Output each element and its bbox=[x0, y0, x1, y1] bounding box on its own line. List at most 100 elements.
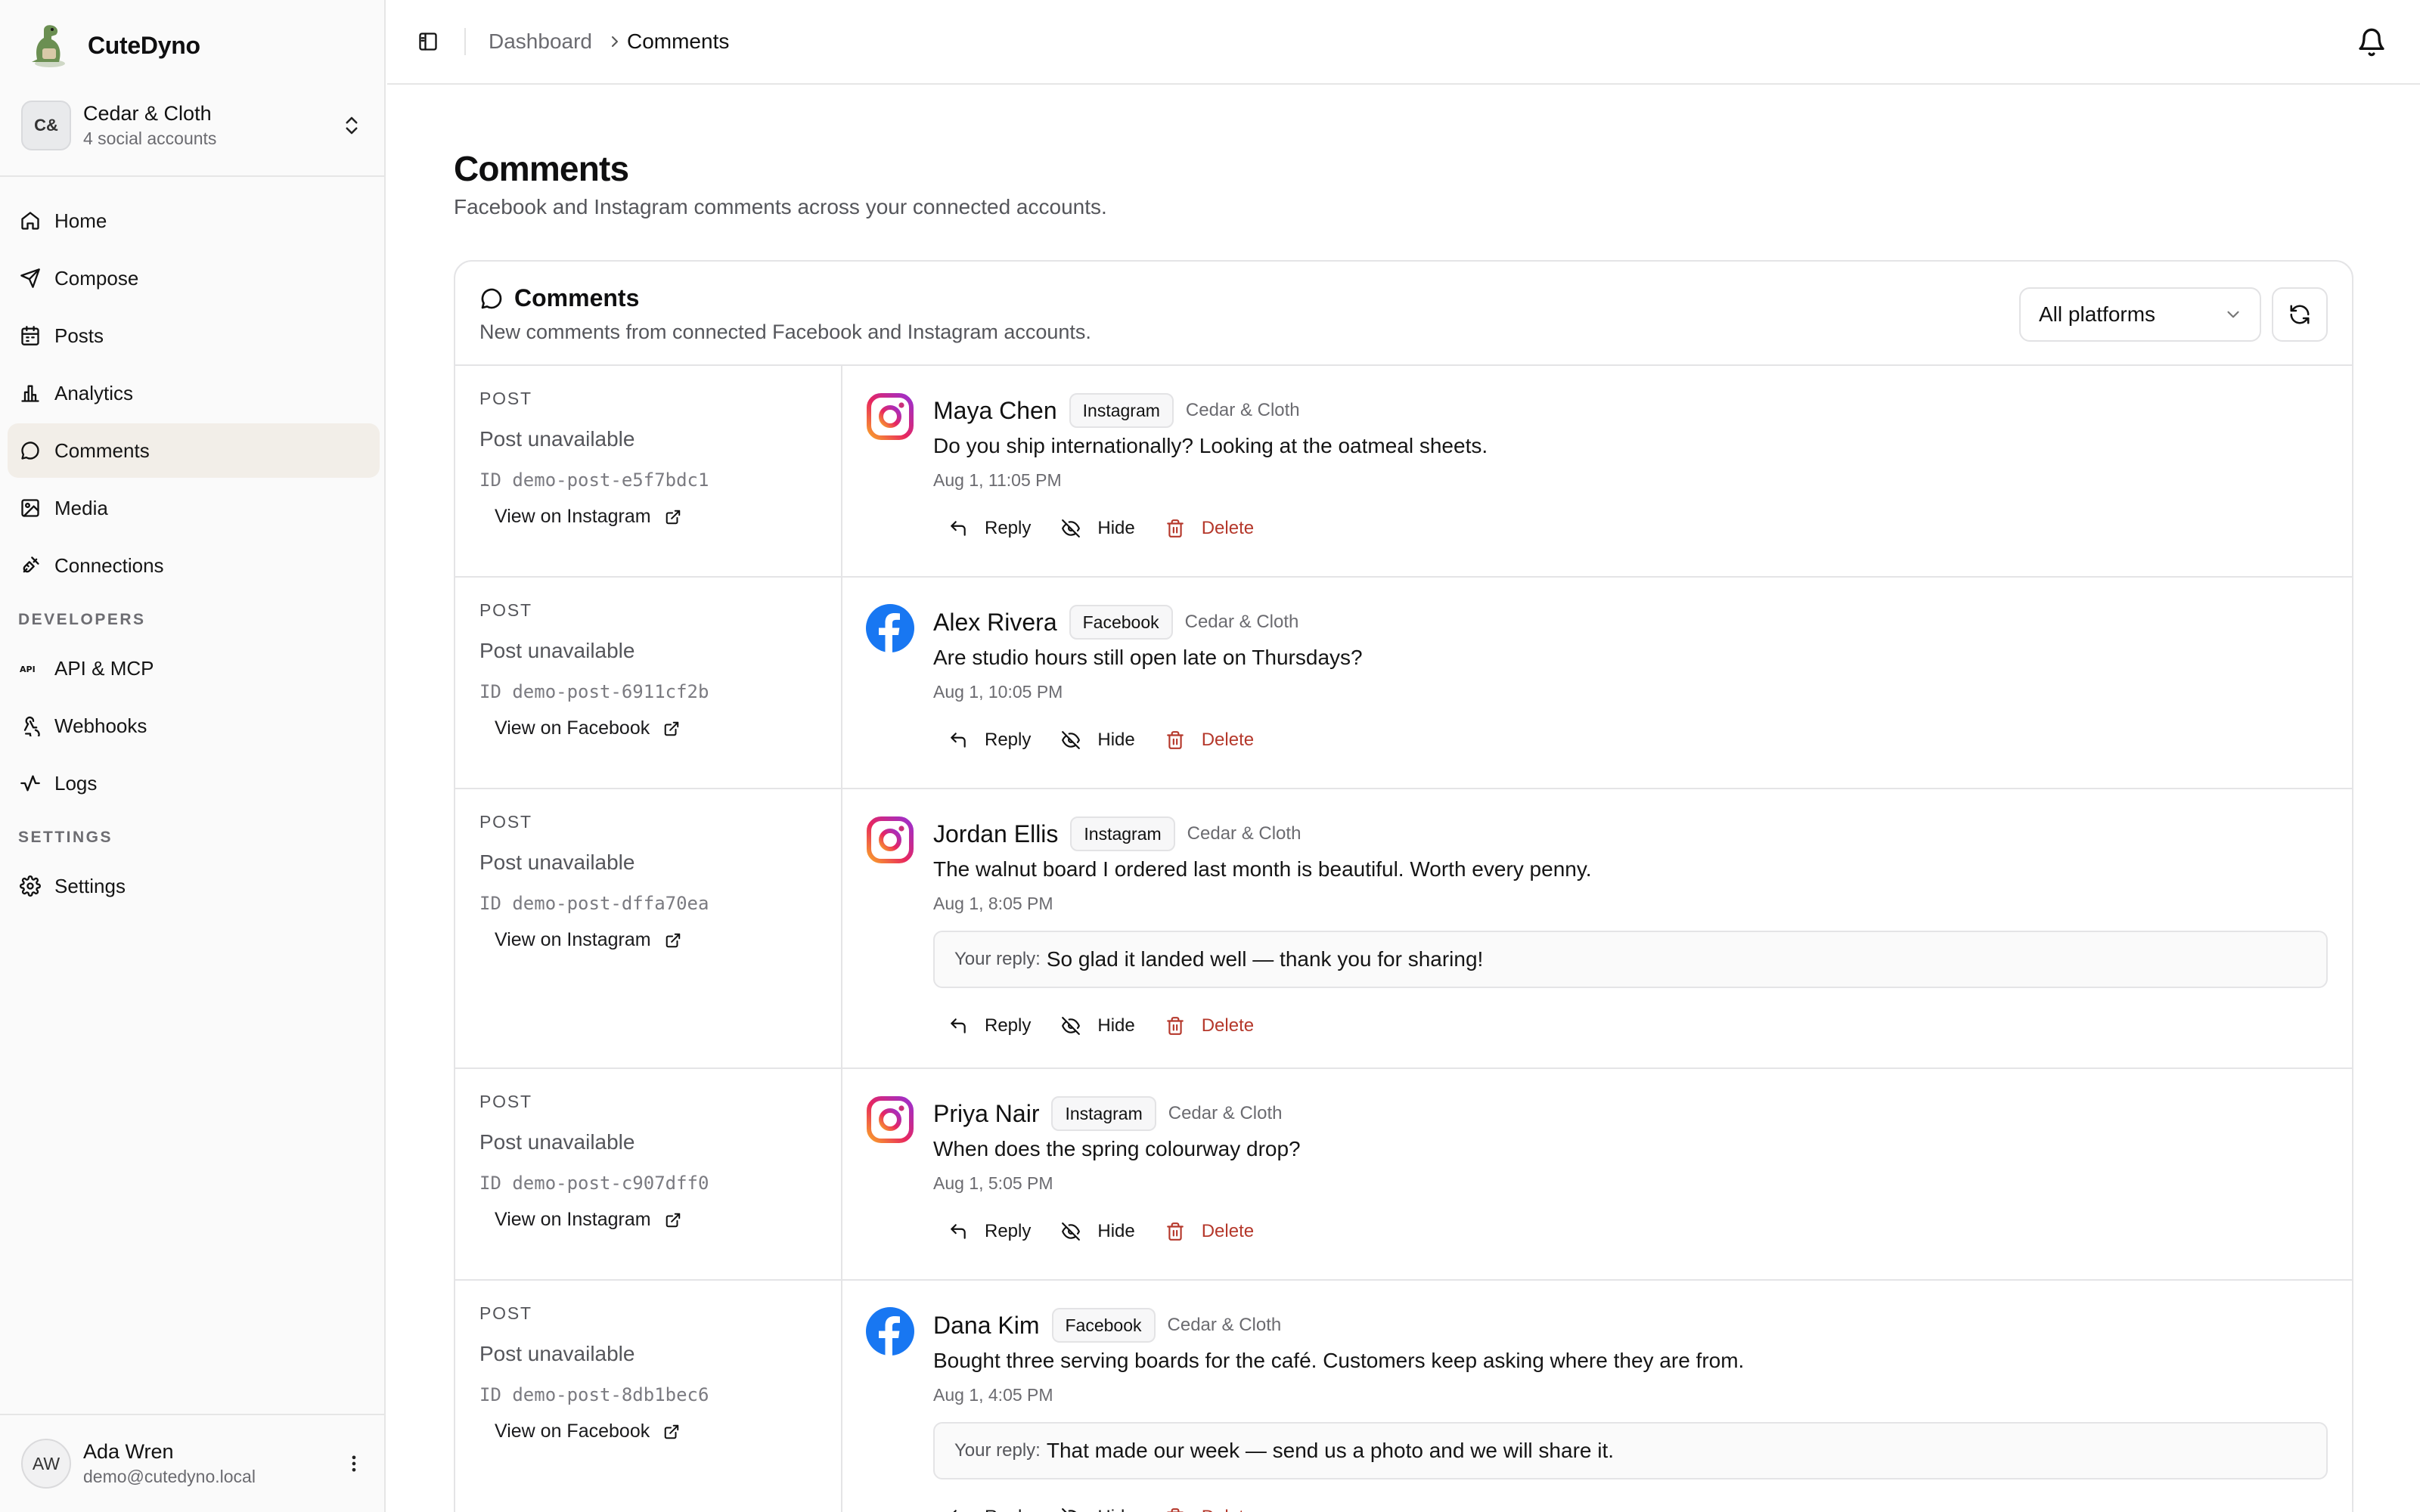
comment-text: The walnut board I ordered last month is… bbox=[933, 857, 1592, 881]
delete-button[interactable]: Delete bbox=[1150, 1003, 1269, 1049]
sidebar-item-logs[interactable]: Logs bbox=[8, 756, 380, 810]
post-label: POST bbox=[479, 389, 532, 408]
post-id: ID demo-post-c907dff0 bbox=[479, 1173, 709, 1194]
your-reply: Your reply: So glad it landed well — than… bbox=[933, 931, 2328, 988]
delete-button-label: Delete bbox=[1202, 1507, 1254, 1512]
message-circle-icon bbox=[481, 288, 502, 308]
comment-actions: Reply Hide Delete bbox=[933, 1209, 2328, 1254]
hide-button[interactable]: Hide bbox=[1046, 1495, 1150, 1512]
user-email: demo@cutedyno.local bbox=[83, 1467, 256, 1486]
delete-button[interactable]: Delete bbox=[1150, 1209, 1269, 1254]
trash-icon bbox=[1167, 1508, 1184, 1512]
instagram-icon bbox=[867, 816, 914, 863]
view-post-link[interactable]: View on Instagram bbox=[495, 929, 841, 951]
post-id: ID demo-post-dffa70ea bbox=[479, 893, 709, 914]
toggle-sidebar-button[interactable] bbox=[413, 26, 443, 57]
delete-button-label: Delete bbox=[1201, 518, 1255, 538]
sidebar-item-home[interactable]: Home bbox=[8, 194, 380, 248]
comment-actions: Reply Hide Delete bbox=[933, 1495, 2328, 1512]
sidebar-item-connections[interactable]: Connections bbox=[8, 538, 380, 593]
reply-icon bbox=[951, 521, 966, 536]
view-post-link-label: View on Instagram bbox=[495, 1209, 651, 1230]
breadcrumb-dashboard[interactable]: Dashboard bbox=[489, 29, 592, 54]
comment-body: Alex Rivera Facebook Cedar & Cloth Are s… bbox=[842, 578, 2352, 788]
eye-off-icon bbox=[1062, 519, 1081, 538]
sidebar: CuteDyno C& Cedar & Cloth 4 social accou… bbox=[0, 0, 386, 1512]
view-post-link[interactable]: View on Instagram bbox=[495, 506, 841, 528]
sidebar-item-label: Posts bbox=[54, 324, 104, 347]
sidebar-item-compose[interactable]: Compose bbox=[8, 251, 380, 305]
reply-button[interactable]: Reply bbox=[933, 1209, 1046, 1254]
sidebar-item-analytics[interactable]: Analytics bbox=[8, 366, 380, 420]
sidebar-item-webhooks[interactable]: Webhooks bbox=[8, 699, 380, 753]
brand-name: CuteDyno bbox=[88, 31, 200, 59]
trash-icon bbox=[1166, 731, 1184, 749]
platform-filter-select[interactable]: All platforms bbox=[2019, 287, 2261, 342]
your-reply-label: Your reply: bbox=[954, 949, 1041, 969]
reply-button[interactable]: Reply bbox=[933, 1495, 1046, 1512]
more-options-button[interactable] bbox=[339, 1448, 369, 1479]
sidebar-item-media[interactable]: Media bbox=[8, 481, 380, 535]
hide-button[interactable]: Hide bbox=[1046, 1209, 1150, 1254]
reply-button-label: Reply bbox=[985, 518, 1032, 538]
post-id: ID demo-post-8db1bec6 bbox=[479, 1384, 709, 1405]
bell-icon[interactable] bbox=[2356, 27, 2387, 57]
view-post-link[interactable]: View on Instagram bbox=[495, 1209, 841, 1231]
hide-button-label: Hide bbox=[1097, 730, 1135, 750]
facebook-icon bbox=[866, 1307, 914, 1356]
comment-author: Dana Kim bbox=[933, 1311, 1040, 1339]
reply-icon bbox=[951, 1018, 966, 1033]
instagram-icon bbox=[867, 1096, 914, 1143]
reply-button[interactable]: Reply bbox=[933, 506, 1046, 551]
external-link-icon bbox=[666, 1213, 680, 1227]
account-switcher[interactable]: C& Cedar & Cloth 4 social accounts bbox=[21, 97, 368, 154]
hide-button-label: Hide bbox=[1097, 1507, 1134, 1512]
message-circle-icon bbox=[21, 442, 39, 460]
delete-button[interactable]: Delete bbox=[1150, 1495, 1269, 1512]
sidebar-item-comments[interactable]: Comments bbox=[8, 423, 380, 478]
your-reply-text: So glad it landed well — thank you for s… bbox=[1046, 947, 1484, 971]
hide-button[interactable]: Hide bbox=[1046, 506, 1150, 551]
your-reply-text: That made our week — send us a photo and… bbox=[1046, 1439, 1615, 1462]
card-subtitle: New comments from connected Facebook and… bbox=[479, 321, 1091, 343]
brand[interactable]: CuteDyno bbox=[27, 21, 200, 70]
gear-icon bbox=[20, 875, 41, 897]
page-title: Comments bbox=[454, 149, 629, 188]
sidebar-item-posts[interactable]: Posts bbox=[8, 308, 380, 363]
view-post-link[interactable]: View on Facebook bbox=[495, 717, 841, 739]
comment-text: Bought three serving boards for the café… bbox=[933, 1349, 1745, 1372]
more-vertical-icon bbox=[352, 1455, 356, 1472]
sidebar-item-api[interactable]: API API & MCP bbox=[8, 641, 380, 696]
post-status: Post unavailable bbox=[479, 1130, 635, 1154]
post-label: POST bbox=[479, 812, 532, 832]
view-post-link[interactable]: View on Facebook bbox=[495, 1421, 841, 1442]
sidebar-item-label: Settings bbox=[54, 874, 126, 897]
hide-button[interactable]: Hide bbox=[1046, 1003, 1150, 1049]
post-label: POST bbox=[479, 600, 532, 620]
user-name: Ada Wren bbox=[83, 1440, 174, 1463]
sidebar-item-settings[interactable]: Settings bbox=[8, 859, 380, 913]
page-subtitle: Facebook and Instagram comments across y… bbox=[454, 195, 1107, 218]
reply-button-label: Reply bbox=[985, 730, 1032, 750]
chevrons-up-down-icon bbox=[346, 116, 358, 135]
delete-button[interactable]: Delete bbox=[1150, 717, 1269, 763]
sidebar-item-label: Home bbox=[54, 209, 107, 232]
api-icon: API bbox=[20, 665, 36, 674]
user-menu[interactable]: AW Ada Wren demo@cutedyno.local bbox=[21, 1435, 369, 1492]
activity-icon bbox=[20, 775, 40, 792]
your-reply-label: Your reply: bbox=[954, 1440, 1041, 1461]
comment-body: Dana Kim Facebook Cedar & Cloth Bought t… bbox=[842, 1281, 2352, 1512]
comments-list: POST Post unavailable ID demo-post-e5f7b… bbox=[455, 366, 2352, 1512]
refresh-button[interactable] bbox=[2272, 287, 2328, 342]
hide-button[interactable]: Hide bbox=[1046, 717, 1150, 763]
comment-account: Cedar & Cloth bbox=[1185, 400, 1300, 420]
hide-button-label: Hide bbox=[1097, 1221, 1135, 1241]
reply-button[interactable]: Reply bbox=[933, 1003, 1046, 1049]
platform-badge: Instagram bbox=[1051, 1096, 1156, 1131]
reply-button[interactable]: Reply bbox=[933, 717, 1046, 763]
sidebar-divider bbox=[0, 1414, 386, 1415]
comment-row: POST Post unavailable ID demo-post-dffa7… bbox=[455, 789, 2352, 1069]
delete-button[interactable]: Delete bbox=[1150, 506, 1269, 551]
platform-filter-value: All platforms bbox=[2039, 302, 2156, 326]
comment-row: POST Post unavailable ID demo-post-8db1b… bbox=[455, 1281, 2352, 1512]
